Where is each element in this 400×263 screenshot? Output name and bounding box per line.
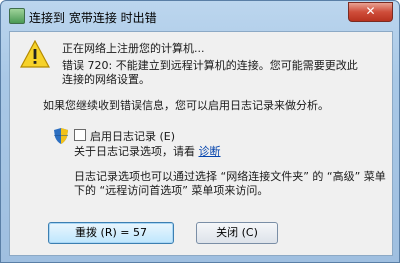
close-window-button[interactable]: ✕ bbox=[348, 2, 393, 22]
diagnostics-link[interactable]: 诊断 bbox=[199, 145, 221, 158]
redial-button[interactable]: 重拨 (R) = 57 bbox=[48, 222, 174, 244]
report-info-text: 如果您继续收到错误信息，您可以启用日志记录来做分析。 bbox=[43, 99, 329, 112]
enable-logging-checkbox[interactable] bbox=[74, 129, 86, 141]
network-icon bbox=[9, 8, 25, 24]
title-bar[interactable]: 连接到 宽带连接 时出错 ✕ bbox=[1, 1, 399, 31]
error-line-2: 连接的网络设置。 bbox=[62, 73, 150, 86]
logging-about-text: 关于日志记录选项，请看 诊断 bbox=[74, 143, 221, 159]
dialog-body: 正在网络上注册您的计算机... 错误 720: 不能建立到远程计算机的连接。您可… bbox=[9, 31, 393, 256]
window-title: 连接到 宽带连接 时出错 bbox=[29, 11, 157, 25]
uac-shield-icon bbox=[54, 128, 68, 144]
registering-text: 正在网络上注册您的计算机... bbox=[62, 42, 205, 55]
error-dialog: 连接到 宽带连接 时出错 ✕ 正在网络上注册您的计算机... 错误 720: 不… bbox=[0, 0, 400, 263]
logging-about-prefix: 关于日志记录选项，请看 bbox=[74, 145, 195, 158]
warning-icon bbox=[20, 40, 50, 68]
note-line-2: 下的 “远程访问首选项” 菜单项来访问。 bbox=[74, 184, 269, 197]
close-button[interactable]: 关闭 (C) bbox=[196, 222, 278, 244]
enable-logging-label[interactable]: 启用日志记录 (E) bbox=[90, 128, 175, 144]
